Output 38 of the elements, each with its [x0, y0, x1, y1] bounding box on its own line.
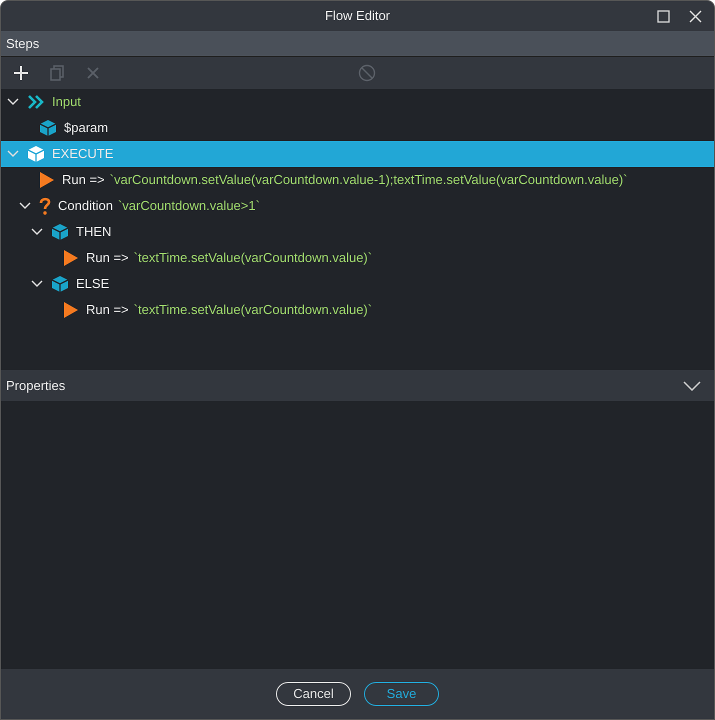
code-text: `varCountdown.value>1`	[118, 197, 260, 216]
close-icon[interactable]	[688, 10, 702, 22]
tree-row[interactable]: Run => `varCountdown.setValue(varCountdown.value-1);textTime.setValue(varCountdown.value)`	[1, 167, 714, 193]
code-text: `textTime.setValue(varCountdown.value)`	[134, 249, 372, 268]
play-icon	[39, 171, 55, 189]
tree-row[interactable]: Input	[1, 89, 714, 115]
save-button[interactable]: Save	[364, 682, 439, 706]
cube-icon	[27, 145, 45, 163]
cube-icon	[51, 275, 69, 293]
code-text: `textTime.setValue(varCountdown.value)`	[134, 301, 372, 320]
tree-row[interactable]: $param	[1, 115, 714, 141]
node-label: $param	[64, 119, 108, 138]
node-label: EXECUTE	[52, 145, 114, 164]
tree-row[interactable]: THEN	[1, 219, 714, 245]
tree-row[interactable]: Condition `varCountdown.value>1`	[1, 193, 714, 219]
section-title: Properties	[6, 376, 66, 395]
node-label: Condition	[58, 197, 113, 216]
cube-icon	[51, 223, 69, 241]
node-label: ELSE	[76, 275, 110, 294]
cube-icon	[39, 119, 57, 137]
play-icon	[63, 249, 79, 267]
node-label: Run =>	[62, 171, 105, 190]
cancel-button[interactable]: Cancel	[276, 682, 351, 706]
question-mark-icon	[39, 197, 51, 215]
maximize-icon[interactable]	[656, 10, 670, 22]
section-title: Steps	[6, 34, 40, 53]
plus-icon[interactable]	[12, 64, 30, 82]
node-label: THEN	[76, 223, 112, 242]
node-label: Input	[52, 93, 81, 112]
window-title: Flow Editor	[324, 7, 390, 26]
code-text: `varCountdown.setValue(varCountdown.value-1);textTime.setValue(varCountdown.value)`	[110, 171, 628, 190]
double-chevron-icon	[27, 94, 45, 110]
play-icon	[63, 301, 79, 319]
tree-row[interactable]: Run => `textTime.setValue(varCountdown.value)`	[1, 297, 714, 323]
node-label: Run =>	[86, 301, 129, 320]
tree-row[interactable]: Run => `textTime.setValue(varCountdown.value)`	[1, 245, 714, 271]
tree-row[interactable]: ELSE	[1, 271, 714, 297]
node-label: Run =>	[86, 249, 129, 268]
